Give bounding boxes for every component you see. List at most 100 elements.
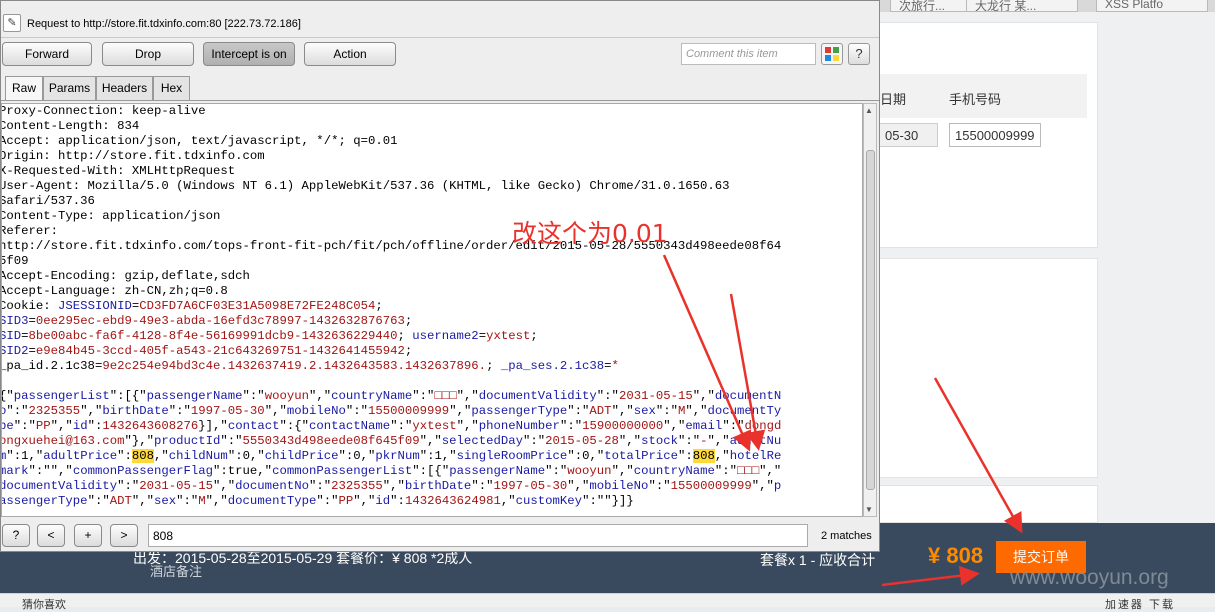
request-line: o":"2325355","birthDate":"1997-05-30","m… <box>2 404 859 419</box>
request-token: 1997-05-30 <box>190 404 265 418</box>
request-token: = <box>21 329 29 343</box>
request-token: ":" <box>6 404 29 418</box>
search-prev-button[interactable]: < <box>37 524 65 547</box>
status-left-text[interactable]: 猜你喜欢 <box>22 596 66 612</box>
request-token: "," <box>382 479 405 493</box>
request-token: Accept: application/json, text/javascrip… <box>1 134 398 148</box>
browser-tab[interactable]: 大龙行 某... <box>966 0 1078 12</box>
request-token: "," <box>353 494 376 508</box>
request-line: Safari/537.36 <box>1 194 859 209</box>
scroll-up-icon[interactable]: ▲ <box>865 106 873 115</box>
tab-raw[interactable]: Raw <box>5 76 43 100</box>
request-token: email <box>685 419 723 433</box>
request-token: documentValidity <box>478 389 597 403</box>
tab-params[interactable]: Params <box>43 76 96 100</box>
request-token: "," <box>213 479 236 493</box>
request-token: Safari/537.36 <box>1 194 95 208</box>
request-token: sex <box>153 494 177 508</box>
request-token: mark <box>1 464 29 478</box>
total-label: 套餐x 1 - 应收合计 <box>760 552 876 568</box>
browser-tab[interactable]: 次旅行... <box>890 0 968 12</box>
request-token: 5f09 <box>1 254 29 268</box>
tab-headers[interactable]: Headers <box>96 76 153 100</box>
request-token: ":" <box>176 494 199 508</box>
request-token: ":" <box>648 479 671 493</box>
request-token: "," <box>50 419 73 433</box>
request-token: adultPrice <box>43 449 118 463</box>
request-token: 8be00abc-fa6f-4128-8f4e-56169991dcb9-143… <box>28 329 398 343</box>
request-line: _pa_id.2.1c38 = 9e2c254e94bd3c4e.143263741… <box>2 359 859 374</box>
request-token: ":0," <box>338 449 376 463</box>
request-token: ":" <box>522 434 546 448</box>
browser-tab[interactable]: XSS Platfo <box>1096 0 1208 12</box>
request-token: Content-Length: 834 <box>1 119 140 133</box>
tab-hex[interactable]: Hex <box>153 76 190 100</box>
request-token: documentValidity <box>1 479 118 493</box>
request-line: m":1,"adultPrice":808,"childNum":0,"chil… <box>2 449 859 464</box>
request-token: 2015-05-28 <box>545 434 619 448</box>
request-token: ":" <box>87 494 110 508</box>
request-token: }]," <box>198 419 228 433</box>
request-line: X-Requested-With: XMLHttpRequest <box>2 164 859 179</box>
request-token: mobileNo <box>286 404 346 418</box>
help-button[interactable]: ? <box>848 43 870 65</box>
scroll-down-icon[interactable]: ▼ <box>865 505 873 514</box>
annotation-text: 改这个为0.01 <box>512 219 668 248</box>
request-token: ": <box>117 449 132 463</box>
request-token: 15500009999 <box>368 404 450 418</box>
request-token: p <box>773 479 782 493</box>
request-token: ":1," <box>6 449 44 463</box>
request-token: Referer: <box>1 224 59 238</box>
request-target: Request to http://store.fit.tdxinfo.com:… <box>27 18 301 30</box>
editor-scrollbar[interactable]: ▲ ▼ <box>863 103 877 517</box>
request-token: yxtest <box>486 329 531 343</box>
request-token: "," <box>663 419 686 433</box>
request-token: customKey <box>515 494 583 508</box>
search-input[interactable]: 808 <box>148 524 808 547</box>
request-token: PP <box>35 419 51 433</box>
request-token: ":[{" <box>412 464 450 478</box>
request-token: Origin: http://store.fit.tdxinfo.com <box>1 149 265 163</box>
forward-button[interactable]: Forward <box>2 42 92 66</box>
comment-input[interactable]: Comment this item <box>681 43 816 65</box>
pencil-icon[interactable]: ✎ <box>3 14 21 32</box>
request-token: mobileNo <box>589 479 649 493</box>
request-token: 2325355 <box>331 479 383 493</box>
request-token: ": <box>87 419 103 433</box>
request-token: - <box>700 434 708 448</box>
request-token: ":" <box>220 434 243 448</box>
request-token: ":" <box>345 404 369 418</box>
drop-button[interactable]: Drop <box>102 42 194 66</box>
request-line: Accept-Language: zh-CN,zh;q=0.8 <box>2 284 859 299</box>
highlight-color-icon[interactable] <box>821 43 843 65</box>
request-token: ":{" <box>279 419 309 433</box>
request-token: Proxy-Connection: keep-alive <box>1 104 206 118</box>
divider <box>1 37 879 38</box>
scrollbar-thumb[interactable] <box>866 150 875 490</box>
search-next-button[interactable]: > <box>110 524 138 547</box>
intercept-toggle-button[interactable]: Intercept is on <box>203 42 295 66</box>
request-line: assengerType":"ADT","sex":"M","documentT… <box>2 494 859 509</box>
request-token: JSESSIONID <box>58 299 132 313</box>
raw-request-editor[interactable]: Proxy-Connection: keep-alive Content-Leng… <box>1 103 863 517</box>
phone-input[interactable]: 15500009999 <box>949 123 1041 147</box>
action-button[interactable]: Action <box>304 42 396 66</box>
search-help-button[interactable]: ? <box>2 524 30 547</box>
request-token: ":" <box>722 419 745 433</box>
request-line: Cookie: JSESSIONID=CD3FD7A6CF03E31A5098E… <box>2 299 859 314</box>
request-token: ":""}]} <box>582 494 634 508</box>
request-token: e9e84b45-3ccd-405f-a543-21c643269751-143… <box>35 344 405 358</box>
request-token: "," <box>456 389 479 403</box>
match-count: 2 matches <box>821 530 872 542</box>
request-line: http://store.fit.tdxinfo.com/tops-front-… <box>2 239 859 254</box>
search-options-button[interactable]: + <box>74 524 102 547</box>
request-token: "," <box>567 479 590 493</box>
request-token: ," <box>500 494 516 508</box>
request-token: contact <box>227 419 280 433</box>
request-token: hotelRe <box>729 449 782 463</box>
request-token: ; <box>486 359 501 373</box>
request-token: PP <box>338 494 354 508</box>
request-token: username2 <box>412 329 479 343</box>
request-token: "," <box>611 404 634 418</box>
status-right-text[interactable]: 加速器 下载 <box>1105 596 1175 612</box>
